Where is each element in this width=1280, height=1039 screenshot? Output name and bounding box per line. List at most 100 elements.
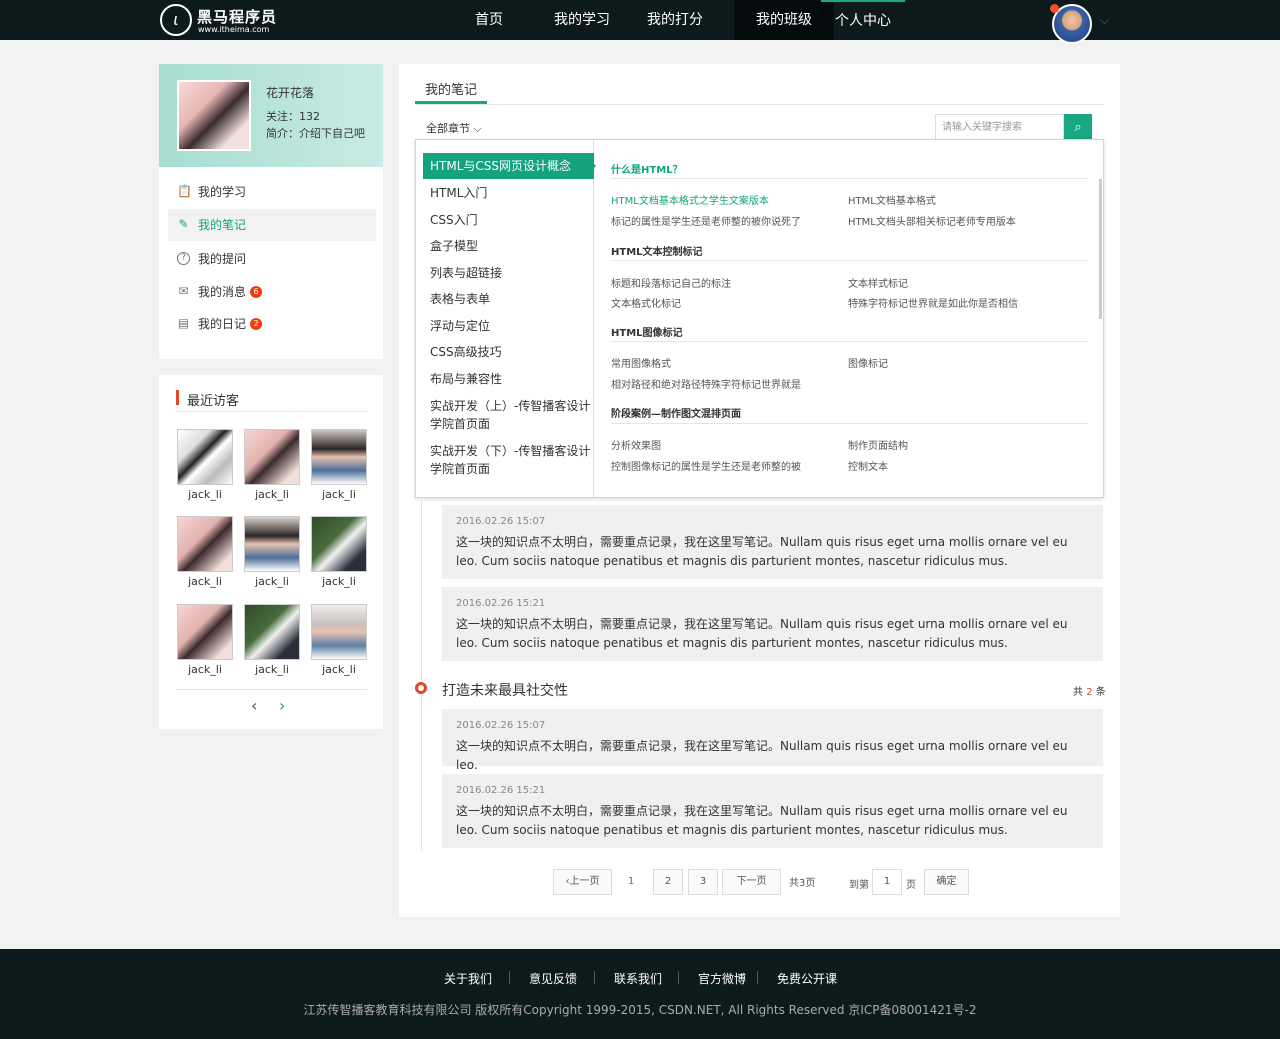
section-title[interactable]: HTML图像标记 <box>611 324 683 339</box>
visitor-name[interactable]: jack_li <box>244 488 300 501</box>
nav-my-study[interactable]: 我的学习 <box>548 0 616 40</box>
footer-link-weibo[interactable]: 官方微博 <box>698 970 746 987</box>
chevron-right-icon[interactable]: › <box>279 696 285 715</box>
sidebar-item-my-diary[interactable]: ▤ 我的日记 2 <box>168 308 376 340</box>
visitor-name[interactable]: jack_li <box>311 488 367 501</box>
visitor-avatar[interactable] <box>244 429 300 485</box>
chapter-item[interactable]: CSS入门 <box>430 211 478 229</box>
chapter-item[interactable]: HTML与CSS网页设计概念 <box>430 157 571 175</box>
divider <box>176 411 367 412</box>
note-section-title[interactable]: 打造未来最具社交性 <box>442 680 568 700</box>
chapter-item[interactable]: 布局与兼容性 <box>430 370 502 388</box>
profile-photo[interactable] <box>177 80 251 151</box>
chapter-item[interactable]: 浮动与定位 <box>430 317 490 335</box>
visitor-avatar[interactable] <box>177 429 233 485</box>
footer-link-feedback[interactable]: 意见反馈 <box>529 970 577 987</box>
section-link[interactable]: HTML文档头部相关标记老师专用版本 <box>848 213 1016 228</box>
section-link[interactable]: 常用图像格式 <box>611 355 671 370</box>
sidebar-item-label: 我的学习 <box>198 185 247 199</box>
nav-home[interactable]: 首页 <box>459 0 519 40</box>
sidebar-item-my-study[interactable]: 📋 我的学习 <box>168 176 376 208</box>
nav-my-class[interactable]: 我的班级 <box>734 0 834 40</box>
count-value: 2 <box>1086 687 1093 698</box>
visitor-avatar[interactable] <box>244 516 300 572</box>
page-2-button[interactable]: 2 <box>653 869 683 895</box>
visitor-name[interactable]: jack_li <box>311 663 367 676</box>
footer-separator <box>678 971 679 984</box>
visitor-avatar[interactable] <box>311 429 367 485</box>
confirm-button[interactable]: 确定 <box>924 869 969 895</box>
sidebar-item-my-notes[interactable]: ✎ 我的笔记 <box>168 209 376 241</box>
divider <box>176 689 367 690</box>
prev-page-button[interactable]: ‹上一页 <box>553 869 612 895</box>
section-link[interactable]: 标题和段落标记自己的标注 <box>611 275 731 290</box>
footer-link-open-course[interactable]: 免费公开课 <box>777 970 837 987</box>
visitor-name[interactable]: jack_li <box>244 663 300 676</box>
footer-link-about[interactable]: 关于我们 <box>444 970 492 987</box>
footer-link-contact[interactable]: 联系我们 <box>614 970 662 987</box>
visitor-name[interactable]: jack_li <box>177 488 233 501</box>
goto-page-input[interactable]: 1 <box>872 869 902 895</box>
chapter-select[interactable]: 全部章节 ⌵ <box>426 120 482 136</box>
tab-my-notes[interactable]: 我的笔记 <box>425 79 477 98</box>
section-link[interactable]: 标记的属性是学生还是老师整的被你说死了 <box>611 213 801 228</box>
chapter-item[interactable]: CSS高级技巧 <box>430 343 502 361</box>
section-link[interactable]: HTML文档基本格式之学生文案版本 <box>611 192 769 207</box>
sidebar-item-my-questions[interactable]: ? 我的提问 <box>168 243 376 275</box>
chevron-down-icon[interactable]: ⌵ <box>1100 13 1109 28</box>
chapter-item[interactable]: 盒子模型 <box>430 237 478 255</box>
section-link[interactable]: 文本样式标记 <box>848 275 908 290</box>
search-input[interactable]: 请输入关键字搜索 <box>935 114 1064 141</box>
visitor-avatar[interactable] <box>311 516 367 572</box>
chapter-item-continued[interactable]: 学院首页面 <box>430 415 490 433</box>
divider <box>415 104 1104 105</box>
dropdown-scrollbar[interactable] <box>1099 179 1102 319</box>
visitor-avatar[interactable] <box>177 604 233 660</box>
section-title[interactable]: 阶段案例—制作图文混排页面 <box>611 405 741 420</box>
chapter-item-continued[interactable]: 学院首页面 <box>430 460 490 478</box>
section-link[interactable]: 控制图像标记的属性是学生还是老师整的被 <box>611 458 801 473</box>
divider <box>611 260 1088 261</box>
note-time: 2016.02.26 15:07 <box>456 720 546 731</box>
page-1-current[interactable]: 1 <box>628 876 634 887</box>
visitor-avatar[interactable] <box>311 604 367 660</box>
chapter-item[interactable]: 列表与超链接 <box>430 264 502 282</box>
page-unit-label: 页 <box>906 880 916 891</box>
note-card[interactable]: 2016.02.26 15:07 这一块的知识点不太明白，需要重点记录，我在这里… <box>442 505 1103 579</box>
page-3-button[interactable]: 3 <box>688 869 718 895</box>
section-title[interactable]: 什么是HTML？ <box>611 161 683 176</box>
sidebar-item-my-messages[interactable]: ✉ 我的消息 6 <box>168 276 376 308</box>
visitor-name[interactable]: jack_li <box>177 663 233 676</box>
section-link[interactable]: 分析效果图 <box>611 437 661 452</box>
visitor-avatar[interactable] <box>177 516 233 572</box>
section-link[interactable]: 相对路径和绝对路径特殊字符标记世界就是 <box>611 376 801 391</box>
note-card[interactable]: 2016.02.26 15:07 这一块的知识点不太明白，需要重点记录，我在这里… <box>442 709 1103 772</box>
section-title[interactable]: HTML文本控制标记 <box>611 243 703 258</box>
site-logo[interactable]: ι 黑马程序员 www.itheima.com <box>160 4 280 36</box>
section-link[interactable]: 制作页面结构 <box>848 437 908 452</box>
chapter-item[interactable]: 实战开发（下）-传智播客设计 <box>430 442 590 460</box>
nav-my-score[interactable]: 我的打分 <box>641 0 709 40</box>
next-page-button[interactable]: 下一页 <box>722 869 781 895</box>
divider <box>611 423 1088 424</box>
section-link[interactable]: 控制文本 <box>848 458 888 473</box>
note-edit-icon: ✎ <box>178 217 189 231</box>
section-link[interactable]: 文本格式化标记 <box>611 295 681 310</box>
chapter-item[interactable]: 实战开发（上）-传智播客设计 <box>430 397 590 415</box>
chapter-item[interactable]: 表格与表单 <box>430 290 490 308</box>
section-link[interactable]: 特殊字符标记世界就是如此你是否相信 <box>848 295 1018 310</box>
visitor-name[interactable]: jack_li <box>177 575 233 588</box>
note-card[interactable]: 2016.02.26 15:21 这一块的知识点不太明白，需要重点记录，我在这里… <box>442 587 1103 661</box>
diary-count-badge: 2 <box>250 318 262 330</box>
search-icon[interactable]: ⌕ <box>1064 114 1092 141</box>
section-link[interactable]: 图像标记 <box>848 355 888 370</box>
visitor-avatar[interactable] <box>244 604 300 660</box>
chevron-left-icon[interactable]: ‹ <box>251 696 257 715</box>
visitor-name[interactable]: jack_li <box>311 575 367 588</box>
chapter-item[interactable]: HTML入门 <box>430 184 487 202</box>
section-link[interactable]: HTML文档基本格式 <box>848 192 936 207</box>
nav-personal-center[interactable]: 个人中心 <box>821 0 905 40</box>
visitor-name[interactable]: jack_li <box>244 575 300 588</box>
note-card[interactable]: 2016.02.26 15:21 这一块的知识点不太明白，需要重点记录，我在这里… <box>442 774 1103 848</box>
note-body: 这一块的知识点不太明白，需要重点记录，我在这里写笔记。Nullam quis r… <box>456 804 1068 837</box>
